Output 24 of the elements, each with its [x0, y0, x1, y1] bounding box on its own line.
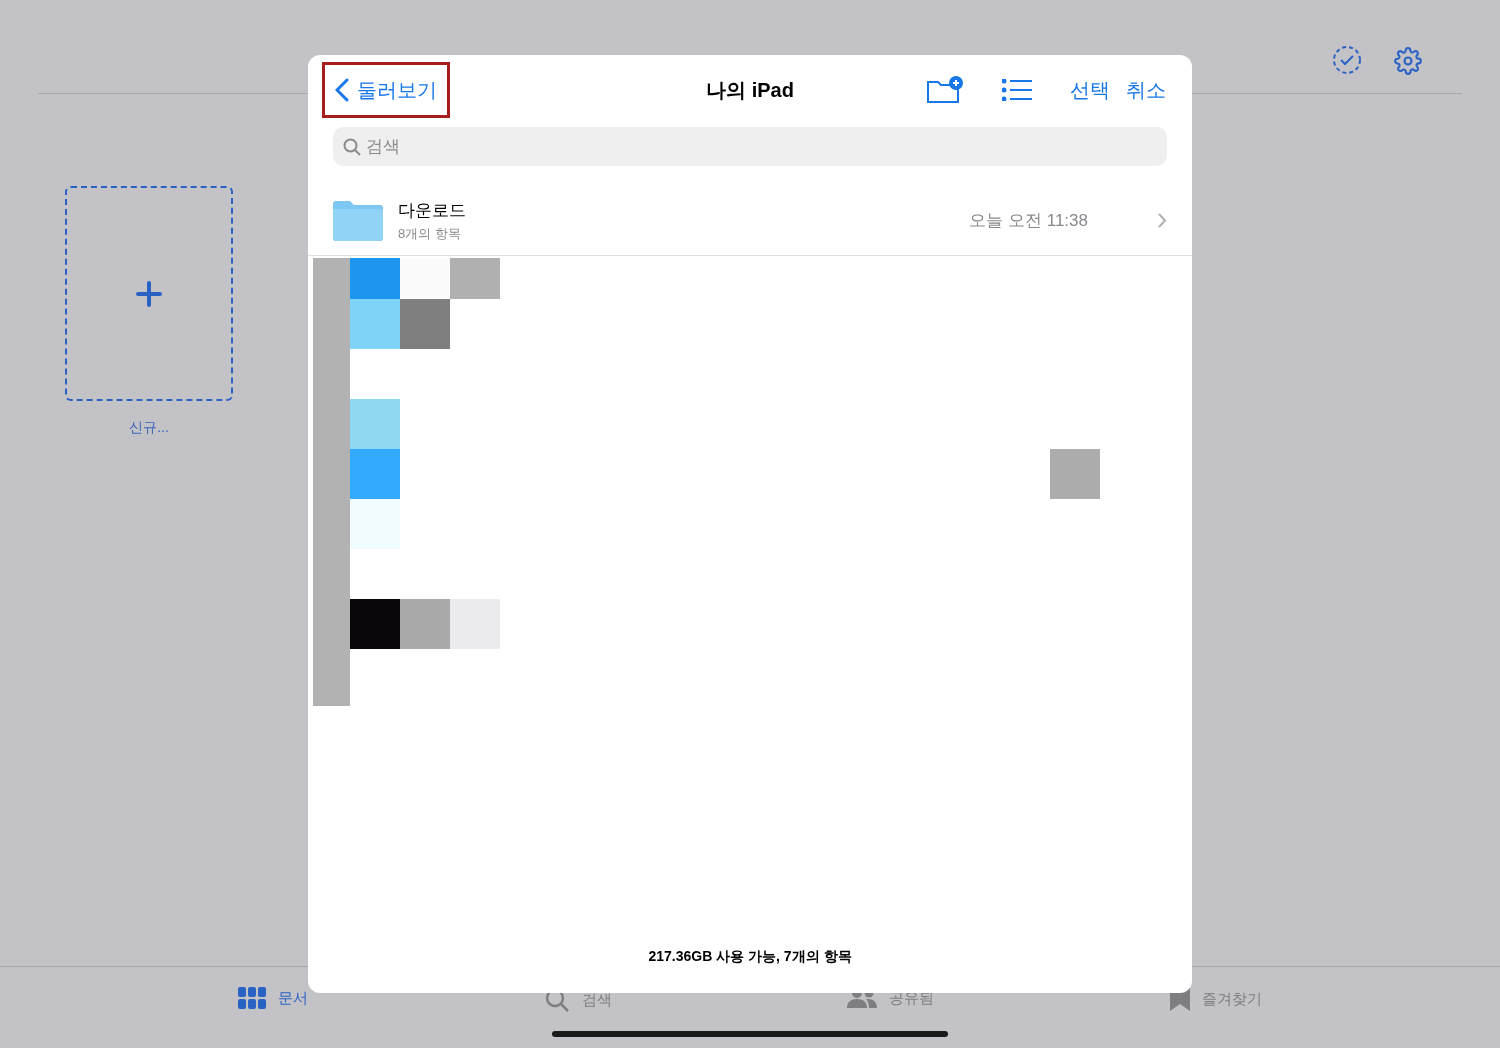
checkmark-circle-icon — [1332, 45, 1362, 75]
list-view-button[interactable] — [1002, 79, 1032, 101]
search-icon — [343, 138, 361, 156]
plus-icon — [135, 279, 163, 308]
list-icon — [1002, 79, 1032, 101]
back-button[interactable]: 둘러보기 — [322, 62, 450, 118]
chevron-left-icon — [335, 78, 349, 102]
storage-summary: 217.36GB 사용 가능, 7개의 항목 — [648, 947, 852, 966]
chevron-right-icon — [1158, 213, 1167, 228]
tab-bar-item[interactable]: 문서 — [237, 987, 308, 1010]
sheet-title: 나의 iPad — [706, 78, 794, 103]
tile-label: 신규... — [129, 418, 169, 437]
search-field[interactable]: 검색 — [333, 127, 1167, 166]
grid-icon — [237, 987, 266, 1010]
folder-icon — [333, 200, 383, 241]
action-button[interactable]: 선택 — [1070, 75, 1110, 105]
action-button[interactable]: 취소 — [1126, 75, 1166, 105]
modified-date: 오늘 오전 11:38 — [969, 209, 1088, 232]
folder-plus-icon — [926, 76, 964, 104]
new-document-tile[interactable] — [65, 186, 233, 401]
new-folder-button[interactable] — [926, 76, 964, 104]
folder-name: 다운로드 — [398, 200, 466, 222]
settings-icon — [1394, 47, 1422, 75]
folder-detail: 8개의 항목 — [398, 224, 462, 243]
